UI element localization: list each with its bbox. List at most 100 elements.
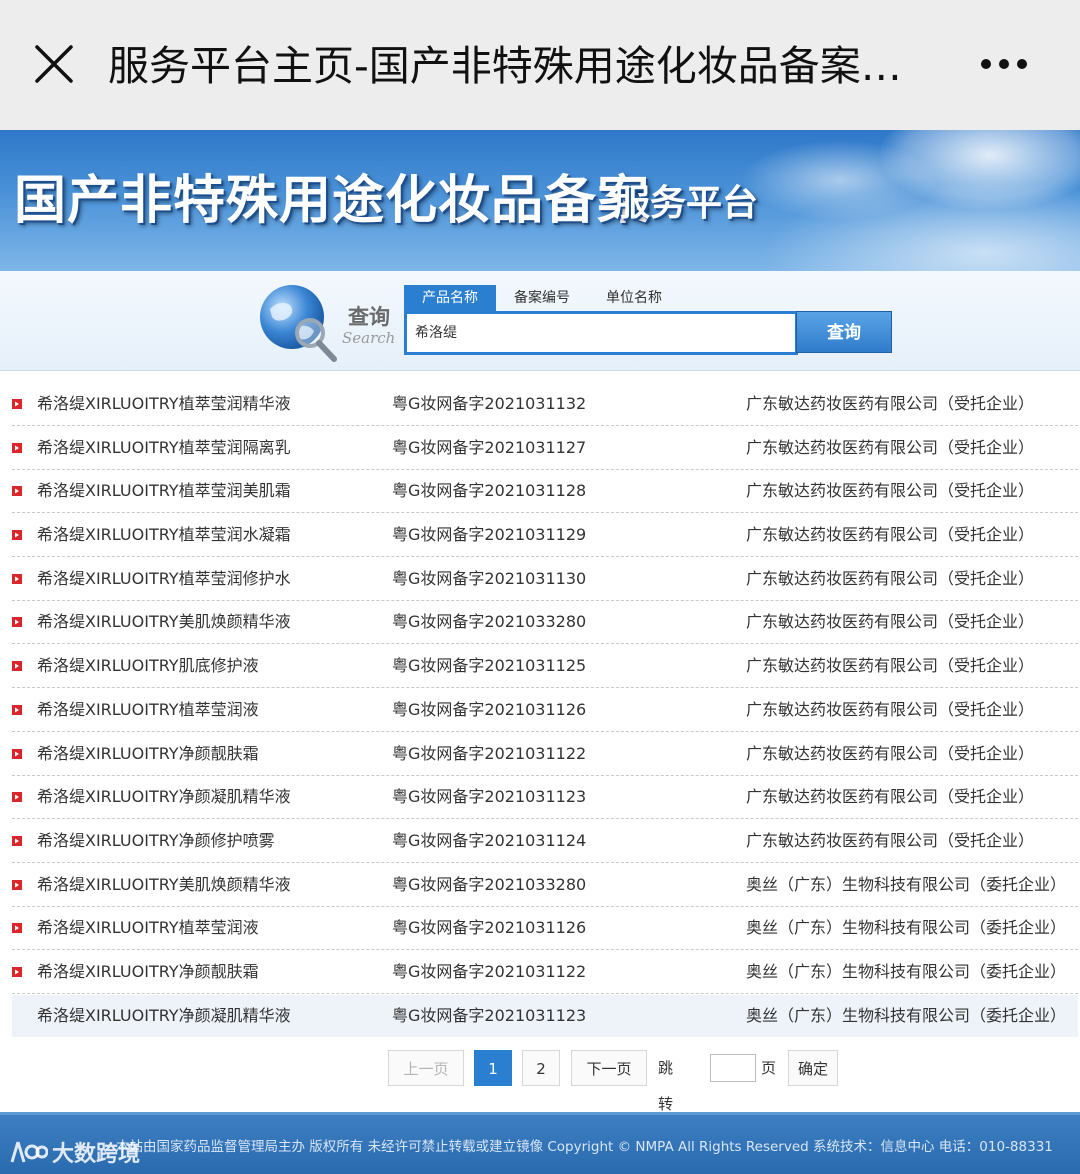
table-row[interactable]: 希洛缇XIRLUOITRY植萃莹润水凝霜 粤G妆网备字2021031129 广东敏达…: [12, 514, 1078, 558]
table-row[interactable]: 希洛缇XIRLUOITRY植萃莹润精华液 粤G妆网备字2021031132 广东敏达…: [12, 383, 1078, 426]
page-title: 服务平台主页-国产非特殊用途化妆品备案服务平台: [108, 42, 938, 90]
company-name: 奥丝（广东）生物科技有限公司（委托企业）: [746, 918, 1067, 938]
company-name: 广东敏达药妆医药有限公司（受托企业）: [746, 394, 1035, 413]
more-options-icon[interactable]: [980, 56, 1028, 72]
product-name-link[interactable]: 希洛缇XIRLUOITRY美肌焕颜精华液: [37, 601, 291, 643]
table-row[interactable]: 希洛缇XIRLUOITRY植萃莹润液 粤G妆网备字2021031126 广东敏达药妆…: [12, 689, 1078, 732]
next-page-button[interactable]: 下一页: [571, 1050, 647, 1086]
table-row[interactable]: 希洛缇XIRLUOITRY净颜靓肤霜 粤G妆网备字2021031122 广东敏达药妆…: [12, 733, 1078, 776]
filing-number: 粤G妆网备字2021031122: [392, 961, 587, 981]
arrow-bullet-icon: [12, 704, 22, 715]
prev-page-button[interactable]: 上一页: [388, 1050, 464, 1086]
table-row[interactable]: 希洛缇XIRLUOITRY植萃莹润美肌霜 粤G妆网备字2021031128 广东敏达…: [12, 470, 1078, 514]
product-name-link[interactable]: 希洛缇XIRLUOITRY美肌焕颜精华液: [37, 864, 291, 906]
product-name-link[interactable]: 希洛缇XIRLUOITRY植萃莹润隔离乳: [37, 427, 291, 469]
arrow-bullet-icon: [12, 966, 22, 977]
filing-number: 粤G妆网备字2021031123: [392, 787, 587, 807]
filing-number: 粤G妆网备字2021031128: [392, 481, 587, 501]
page-unit-label: 页: [761, 1059, 777, 1077]
filing-number: 粤G妆网备字2021031126: [392, 918, 587, 938]
product-name-link[interactable]: 希洛缇XIRLUOITRY净颜靓肤霜: [37, 733, 259, 775]
globe-search-icon: [260, 285, 337, 362]
arrow-bullet-icon: [12, 792, 22, 803]
company-name: 广东敏达药妆医药有限公司（受托企业）: [746, 787, 1035, 807]
product-name-link[interactable]: 希洛缇XIRLUOITRY净颜凝肌精华液: [37, 995, 291, 1037]
product-name-link[interactable]: 希洛缇XIRLUOITRY净颜修护喷雾: [37, 820, 275, 862]
table-row[interactable]: 希洛缇XIRLUOITRY植萃莹润修护水 粤G妆网备字2021031130 广东敏达…: [12, 558, 1078, 601]
arrow-bullet-icon: [12, 923, 22, 934]
table-row[interactable]: 希洛缇XIRLUOITRY净颜靓肤霜 粤G妆网备字2021031122 奥丝（广东）…: [12, 951, 1078, 994]
arrow-bullet-icon: [12, 530, 22, 541]
product-name-link[interactable]: 希洛缇XIRLUOITRY净颜凝肌精华液: [37, 776, 291, 818]
product-name-link[interactable]: 希洛缇XIRLUOITRY植萃莹润水凝霜: [37, 514, 291, 556]
company-name: 广东敏达药妆医药有限公司（受托企业）: [746, 568, 1035, 588]
browser-top-bar: 服务平台主页-国产非特殊用途化妆品备案服务平台: [0, 0, 1080, 130]
company-name: 广东敏达药妆医药有限公司（受托企业）: [746, 830, 1035, 850]
table-row[interactable]: 希洛缇XIRLUOITRY净颜凝肌精华液 粤G妆网备字2021031123 奥丝（广…: [12, 994, 1078, 1037]
watermark-text: 大数跨境: [52, 1142, 141, 1167]
product-name-link[interactable]: 希洛缇XIRLUOITRY植萃莹润液: [37, 689, 259, 731]
footer-copyright: 本站由国家药品监督管理局主办 版权所有 未经许可禁止转载或建立镜像 Copyri…: [116, 1139, 1053, 1155]
table-row[interactable]: 希洛缇XIRLUOITRY肌底修护液 粤G妆网备字2021031125 广东敏达药妆…: [12, 645, 1078, 689]
search-button[interactable]: 查询: [796, 311, 892, 353]
product-name-link[interactable]: 希洛缇XIRLUOITRY肌底修护液: [37, 645, 259, 687]
arrow-bullet-icon: [12, 573, 22, 584]
arrow-bullet-icon: [12, 835, 22, 846]
table-row[interactable]: 希洛缇XIRLUOITRY植萃莹润隔离乳 粤G妆网备字2021031127 广东敏达…: [12, 427, 1078, 470]
search-label: 查询: [348, 304, 390, 329]
company-name: 奥丝（广东）生物科技有限公司（委托企业）: [746, 874, 1067, 894]
jump-page-input[interactable]: [710, 1054, 756, 1082]
filing-number: 粤G妆网备字2021031132: [392, 394, 587, 413]
filing-number: 粤G妆网备字2021031130: [392, 568, 587, 588]
product-name-link[interactable]: 希洛缇XIRLUOITRY净颜靓肤霜: [37, 951, 259, 993]
tab-company-name[interactable]: 单位名称: [588, 285, 680, 311]
product-name-link[interactable]: 希洛缇XIRLUOITRY植萃莹润修护水: [37, 558, 291, 600]
arrow-bullet-icon: [12, 617, 22, 628]
filing-number: 粤G妆网备字2021031126: [392, 699, 587, 719]
company-name: 广东敏达药妆医药有限公司（受托企业）: [746, 525, 1035, 545]
product-name-link[interactable]: 希洛缇XIRLUOITRY植萃莹润精华液: [37, 383, 291, 425]
arrow-bullet-icon: [12, 486, 22, 497]
company-name: 广东敏达药妆医药有限公司（受托企业）: [746, 656, 1035, 676]
filing-number: 粤G妆网备字2021031122: [392, 743, 587, 763]
company-name: 广东敏达药妆医药有限公司（受托企业）: [746, 699, 1035, 719]
filing-number: 粤G妆网备字2021031125: [392, 656, 587, 676]
table-row[interactable]: 希洛缇XIRLUOITRY净颜凝肌精华液 粤G妆网备字2021031123 广东敏达…: [12, 776, 1078, 820]
search-input[interactable]: 希洛缇: [404, 311, 798, 355]
banner-title: 国产非特殊用途化妆品备案: [14, 170, 651, 231]
company-name: 奥丝（广东）生物科技有限公司（委托企业）: [746, 1005, 1067, 1025]
search-label-english: Search: [342, 329, 396, 347]
arrow-bullet-icon: [12, 399, 22, 409]
site-footer: 本站由国家药品监督管理局主办 版权所有 未经许可禁止转载或建立镜像 Copyri…: [0, 1112, 1080, 1174]
close-icon[interactable]: [34, 44, 74, 84]
table-row[interactable]: 希洛缇XIRLUOITRY净颜修护喷雾 粤G妆网备字2021031124 广东敏达药…: [12, 820, 1078, 863]
watermark-logo-icon: [10, 1141, 48, 1163]
confirm-jump-button[interactable]: 确定: [788, 1050, 838, 1086]
product-name-link[interactable]: 希洛缇XIRLUOITRY植萃莹润美肌霜: [37, 470, 291, 512]
arrow-bullet-icon: [12, 748, 22, 759]
banner-subtitle: 服务平台: [614, 182, 759, 224]
filing-number: 粤G妆网备字2021031127: [392, 437, 587, 457]
results-list: 希洛缇XIRLUOITRY植萃莹润精华液 粤G妆网备字2021031132 广东敏达…: [12, 383, 1078, 1037]
company-name: 广东敏达药妆医药有限公司（受托企业）: [746, 612, 1035, 632]
search-panel: 查询 Search 产品名称 备案编号 单位名称 希洛缇 查询: [0, 271, 1080, 371]
product-name-link[interactable]: 希洛缇XIRLUOITRY植萃莹润液: [37, 907, 259, 949]
filing-number: 粤G妆网备字2021031129: [392, 525, 587, 545]
page-1-button[interactable]: 1: [474, 1050, 512, 1086]
company-name: 广东敏达药妆医药有限公司（受托企业）: [746, 743, 1035, 763]
filing-number: 粤G妆网备字2021033280: [392, 612, 587, 632]
tab-product-name[interactable]: 产品名称: [404, 285, 496, 311]
table-row[interactable]: 希洛缇XIRLUOITRY美肌焕颜精华液 粤G妆网备字2021033280 广东敏达…: [12, 601, 1078, 645]
site-banner: 国产非特殊用途化妆品备案 服务平台: [0, 130, 1080, 271]
page-2-button[interactable]: 2: [522, 1050, 560, 1086]
jump-to-label: 跳转到: [658, 1059, 674, 1149]
table-row[interactable]: 希洛缇XIRLUOITRY植萃莹润液 粤G妆网备字2021031126 奥丝（广东）…: [12, 907, 1078, 951]
arrow-bullet-icon: [12, 661, 22, 672]
company-name: 广东敏达药妆医药有限公司（受托企业）: [746, 481, 1035, 501]
table-row[interactable]: 希洛缇XIRLUOITRY美肌焕颜精华液 粤G妆网备字2021033280 奥丝（广…: [12, 864, 1078, 907]
filing-number: 粤G妆网备字2021033280: [392, 874, 587, 894]
tab-filing-number[interactable]: 备案编号: [496, 285, 588, 311]
search-type-tabs: 产品名称 备案编号 单位名称: [404, 285, 680, 311]
watermark: 大数跨境: [8, 1136, 140, 1168]
company-name: 广东敏达药妆医药有限公司（受托企业）: [746, 437, 1035, 457]
